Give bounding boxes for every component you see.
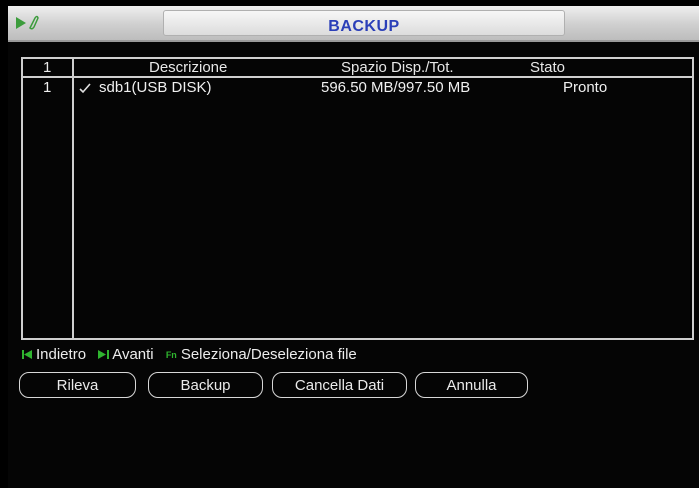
header-index: 1 bbox=[43, 59, 52, 76]
hint-back-label: Indietro bbox=[36, 345, 87, 363]
table-row[interactable]: 1 sdb1(USB DISK) 596.50 MB/997.50 MB Pro… bbox=[23, 78, 692, 98]
backup-button[interactable]: Backup bbox=[148, 372, 263, 398]
row-index: 1 bbox=[43, 79, 52, 96]
clear-data-button[interactable]: Cancella Dati bbox=[272, 372, 407, 398]
device-table: 1 Descrizione Spazio Disp./Tot. Stato 1 … bbox=[21, 57, 694, 340]
cancel-button[interactable]: Annulla bbox=[415, 372, 528, 398]
header-description[interactable]: Descrizione bbox=[149, 59, 227, 76]
title-bar: BACKUP bbox=[8, 6, 699, 42]
hint-forward-label: Avanti bbox=[112, 345, 154, 363]
skip-forward-icon bbox=[98, 350, 110, 360]
fn-key-icon: Fn bbox=[165, 349, 177, 360]
header-space[interactable]: Spazio Disp./Tot. bbox=[341, 59, 454, 76]
backup-window: BACKUP 1 Descrizione Spazio Disp./Tot. S… bbox=[8, 6, 699, 488]
hint-select-label: Seleziona/Deseleziona file bbox=[180, 345, 357, 363]
window-title: BACKUP bbox=[328, 18, 400, 35]
skip-back-icon bbox=[22, 350, 32, 360]
hint-bar: Indietro Avanti Fn Seleziona/Deseleziona … bbox=[22, 345, 365, 365]
play-clip-icon bbox=[14, 14, 40, 37]
row-status: Pronto bbox=[563, 79, 608, 96]
header-status[interactable]: Stato bbox=[530, 59, 565, 76]
row-description: sdb1(USB DISK) bbox=[99, 79, 212, 96]
hint-select: Fn Seleziona/Deseleziona file bbox=[166, 346, 357, 363]
detect-button[interactable]: Rileva bbox=[19, 372, 136, 398]
title-inset: BACKUP bbox=[163, 10, 565, 36]
row-space: 596.50 MB/997.50 MB bbox=[321, 79, 471, 96]
check-icon[interactable] bbox=[78, 81, 92, 99]
table-header: 1 Descrizione Spazio Disp./Tot. Stato bbox=[23, 59, 692, 78]
column-divider bbox=[72, 59, 74, 338]
hint-back: Indietro bbox=[22, 346, 86, 363]
hint-forward: Avanti bbox=[98, 345, 154, 363]
